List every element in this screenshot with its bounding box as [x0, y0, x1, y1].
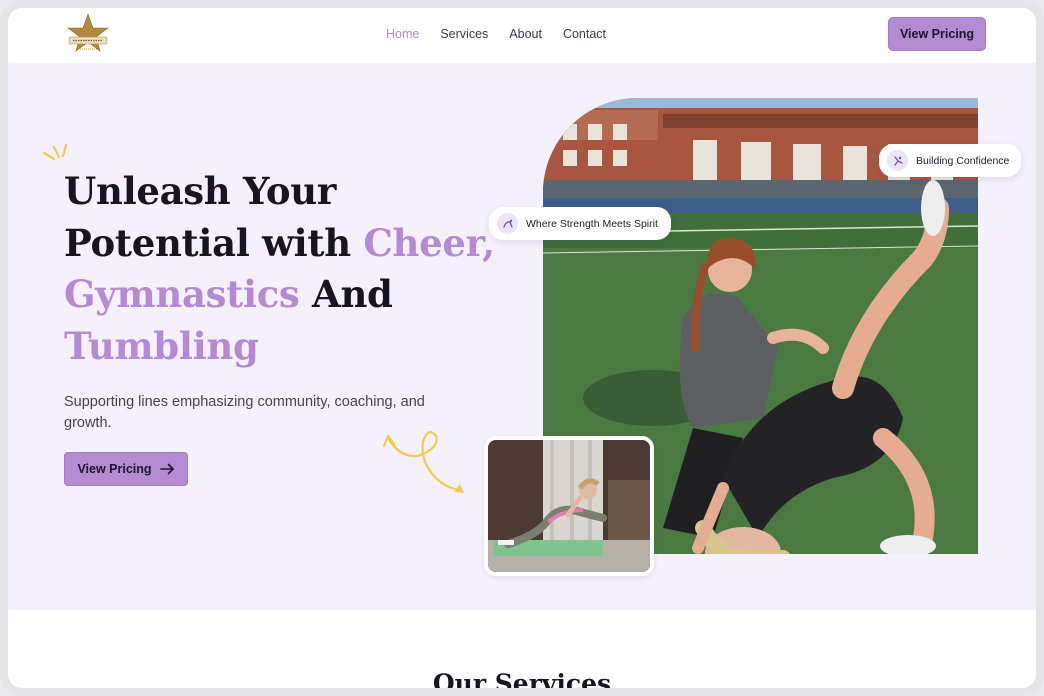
hero-cta-label: View Pricing — [77, 462, 152, 476]
headline-line-2-plain: Potential with — [64, 220, 364, 265]
browser-frame: Home Services About Contact View Pricing… — [0, 0, 1044, 696]
gymnast-icon — [497, 213, 518, 234]
site-header: Home Services About Contact View Pricing — [8, 8, 1036, 63]
headline-accent-gymnastics: Gymnastics — [64, 272, 300, 316]
star-logo-icon[interactable] — [64, 11, 112, 59]
hero-headline: Unleash Your Potential with Cheer, Gymna… — [64, 166, 504, 372]
hero-section: Unleash Your Potential with Cheer, Gymna… — [8, 63, 1036, 610]
nav-item-about[interactable]: About — [509, 26, 542, 42]
main-nav: Home Services About Contact — [386, 26, 606, 42]
tag-building-confidence: Building Confidence — [879, 144, 1021, 177]
services-section: Our Services — [8, 610, 1036, 696]
arrow-right-icon — [159, 463, 174, 475]
hero-view-pricing-button[interactable]: View Pricing — [64, 452, 188, 486]
tag-spirit-label: Where Strength Meets Spirit — [526, 217, 658, 230]
hero-secondary-photo — [484, 436, 654, 576]
nav-item-contact[interactable]: Contact — [563, 26, 606, 42]
header-view-pricing-button[interactable]: View Pricing — [888, 17, 986, 51]
services-title: Our Services — [432, 669, 612, 696]
headline-accent-cheer: Cheer, — [363, 220, 495, 265]
tag-strength-meets-spirit: Where Strength Meets Spirit — [489, 207, 671, 240]
squiggle-arrow-decoration-icon — [382, 431, 464, 493]
tag-confidence-label: Building Confidence — [916, 154, 1010, 167]
headline-line-3-plain: And — [299, 272, 393, 316]
tumbling-icon — [887, 150, 908, 171]
child-stretching-image — [488, 440, 650, 572]
nav-item-home[interactable]: Home — [386, 26, 419, 42]
headline-accent-tumbling: Tumbling — [64, 323, 259, 368]
nav-item-services[interactable]: Services — [440, 26, 488, 42]
headline-line-1: Unleash Your — [64, 169, 337, 213]
